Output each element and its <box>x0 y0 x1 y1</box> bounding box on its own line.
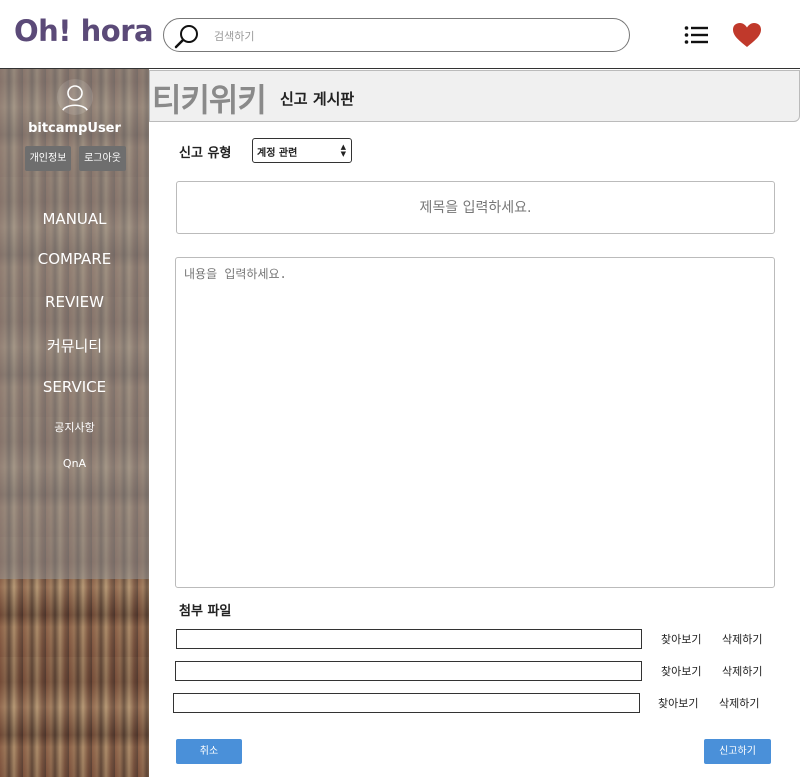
header: Oh! hora <box>0 0 800 69</box>
search-input[interactable] <box>214 26 614 46</box>
nav-compare[interactable]: COMPARE <box>0 250 149 268</box>
attachment-label: 첨부 파일 <box>179 604 232 619</box>
nav-qna[interactable]: QnA <box>0 457 149 470</box>
nav-service[interactable]: SERVICE <box>0 378 149 396</box>
browse-button-3[interactable]: 찾아보기 <box>658 695 698 711</box>
submit-report-button[interactable]: 신고하기 <box>704 739 771 764</box>
page-subtitle: 신고 게시판 <box>280 90 355 108</box>
heart-icon[interactable] <box>732 22 762 48</box>
page-title-bar: 티키위키 신고 게시판 <box>149 70 800 122</box>
file-input-1[interactable] <box>176 629 642 649</box>
profile-button[interactable]: 개인정보 <box>25 146 71 171</box>
logout-button[interactable]: 로그아웃 <box>79 146 126 171</box>
logo[interactable]: Oh! hora <box>14 14 154 48</box>
content-textarea[interactable]: 내용을 입력하세요. <box>175 257 775 588</box>
nav-review[interactable]: REVIEW <box>0 293 149 311</box>
cancel-button[interactable]: 취소 <box>176 739 242 764</box>
nav-community[interactable]: 커뮤니티 <box>0 335 149 356</box>
search-icon[interactable] <box>174 23 200 49</box>
user-avatar-icon[interactable] <box>57 79 93 115</box>
browse-button-2[interactable]: 찾아보기 <box>661 663 701 679</box>
username: bitcampUser <box>28 121 121 136</box>
select-arrows-icon: ▲ ▼ <box>340 143 346 158</box>
list-menu-icon[interactable] <box>684 25 708 45</box>
report-type-select[interactable]: 계정 관련 ▲ ▼ <box>252 138 352 163</box>
delete-button-3[interactable]: 삭제하기 <box>719 695 759 711</box>
delete-button-2[interactable]: 삭제하기 <box>722 663 762 679</box>
delete-button-1[interactable]: 삭제하기 <box>722 631 762 647</box>
file-input-2[interactable] <box>175 661 642 681</box>
title-input[interactable]: 제목을 입력하세요. <box>176 181 775 234</box>
report-type-value: 계정 관련 <box>257 148 298 159</box>
file-input-3[interactable] <box>173 693 640 713</box>
page-title: 티키위키 <box>152 81 267 119</box>
browse-button-1[interactable]: 찾아보기 <box>661 631 701 647</box>
search-bar[interactable] <box>163 18 630 52</box>
nav-manual[interactable]: MANUAL <box>0 210 149 228</box>
nav-notice[interactable]: 공지사항 <box>0 419 149 435</box>
report-type-label: 신고 유형 <box>179 146 232 161</box>
sidebar: bitcampUser 개인정보 로그아웃 MANUAL COMPARE REV… <box>0 69 149 777</box>
